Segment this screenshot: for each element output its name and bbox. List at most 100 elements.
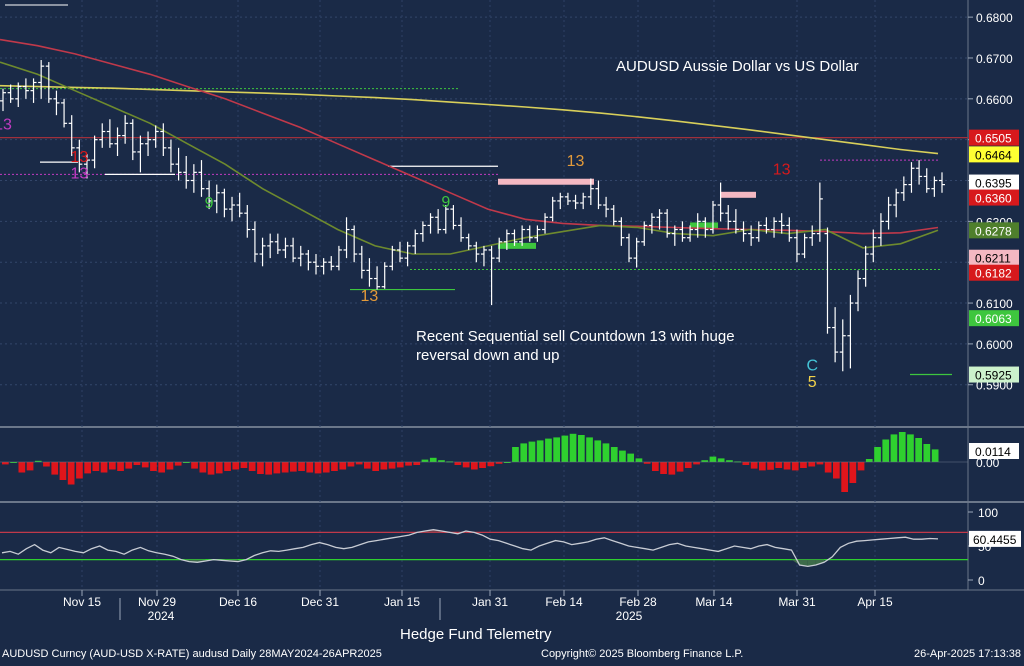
histogram-bar (281, 462, 289, 473)
histogram-bar (545, 438, 552, 462)
histogram-bar (125, 462, 133, 469)
green-box (498, 242, 536, 249)
histogram-bar (429, 457, 437, 462)
histogram-bar (314, 462, 322, 474)
histogram-bar (331, 462, 338, 471)
histogram-bar (462, 462, 470, 468)
x-tick-label: Feb 28 (619, 595, 657, 609)
histogram-bar (215, 462, 223, 474)
histogram-bar (26, 462, 34, 471)
histogram-bar (306, 462, 314, 473)
histogram-bar (265, 462, 272, 475)
histogram-bar (742, 462, 750, 465)
histogram-bar (586, 437, 593, 462)
histogram-bar (380, 462, 388, 470)
annotation-line-2: reversal down and up (416, 347, 559, 364)
histogram-bar (660, 462, 667, 474)
price-label-text: 0.6182 (975, 267, 1012, 281)
histogram-bar (808, 462, 816, 467)
td-count-label: 13 (0, 116, 12, 133)
histogram-bar (84, 462, 91, 474)
osc-tick-label: 100 (978, 506, 998, 520)
histogram-bar (775, 462, 783, 468)
histogram-bar (273, 462, 281, 474)
histogram-bar (619, 450, 626, 462)
histogram-bar (141, 462, 149, 468)
x-tick-label: Jan 31 (472, 595, 508, 609)
chart: 13131313131399C5 0.68000.67000.66000.650… (0, 0, 1024, 661)
histogram-bar (248, 462, 256, 471)
y-tick-label: 0.6000 (976, 338, 1013, 352)
histogram-bar (759, 462, 766, 471)
y-tick-label: 0.6100 (976, 297, 1013, 311)
price-label-text: 0.6464 (975, 148, 1012, 162)
histogram-bar (290, 462, 297, 472)
histogram-bar (355, 462, 363, 465)
histogram-bar (413, 462, 421, 465)
histogram-bar (133, 462, 141, 465)
histogram-bar (709, 456, 717, 462)
histogram-bar (791, 462, 799, 471)
histogram-bar (339, 462, 347, 470)
histogram-bar (652, 462, 659, 471)
watermark: Hedge Fund Telemetry (400, 626, 552, 643)
histogram-bar (800, 462, 807, 468)
histogram-bar (865, 459, 873, 462)
histogram-bar (479, 462, 486, 468)
histogram-bar (364, 462, 371, 469)
histogram-zero-label: 0.00 (976, 456, 1000, 470)
histogram-bar (923, 444, 931, 462)
histogram-bar (898, 432, 906, 462)
td-count-label: 9 (441, 194, 450, 211)
histogram-bar (76, 462, 83, 479)
histogram-bar (824, 462, 832, 473)
histogram-bar (512, 447, 519, 462)
histogram-bar (907, 434, 914, 462)
td-count-label: C (806, 357, 818, 374)
histogram-bar (767, 462, 774, 470)
histogram-bar (347, 462, 355, 467)
histogram-bar (750, 462, 758, 469)
oscillator-label-text: 60.4455 (973, 533, 1017, 547)
histogram-bar (454, 462, 462, 465)
histogram-bar (594, 440, 602, 462)
x-year-label: 2024 (148, 609, 175, 623)
histogram-bar (67, 462, 75, 485)
price-label-text: 0.6278 (975, 224, 1012, 238)
histogram-bar (421, 459, 429, 462)
td-count-label: 13 (773, 161, 791, 178)
histogram-bar (298, 462, 305, 471)
histogram-bar (931, 449, 939, 462)
td-count-label: 13 (70, 149, 88, 166)
histogram-bar (668, 462, 676, 475)
histogram-bar (322, 462, 330, 473)
price-label-text: 0.6395 (975, 177, 1012, 191)
histogram-bar (232, 462, 240, 470)
histogram-bar (610, 447, 618, 462)
histogram-bar (117, 462, 124, 471)
chart-title: AUDUSD Aussie Dollar vs US Dollar (616, 58, 859, 75)
histogram-bar (158, 462, 165, 473)
histogram-bar (528, 441, 536, 462)
histogram-bar (174, 462, 182, 466)
histogram-bar (92, 462, 100, 471)
histogram-bar (816, 462, 824, 465)
histogram-bar (388, 462, 396, 469)
histogram-bar (199, 462, 207, 473)
histogram-bar (207, 462, 215, 475)
y-tick-label: 0.6600 (976, 93, 1013, 107)
osc-tick-label: 0 (978, 574, 985, 588)
y-tick-label: 0.6700 (976, 52, 1013, 66)
x-tick-label: Feb 14 (545, 595, 583, 609)
td-count-label: 9 (205, 195, 214, 212)
x-tick-label: Nov 15 (63, 595, 101, 609)
histogram-bar (166, 462, 174, 470)
histogram-bar (783, 462, 791, 470)
histogram-bar (100, 462, 108, 473)
x-tick-label: Dec 31 (301, 595, 339, 609)
x-tick-label: Dec 16 (219, 595, 257, 609)
x-tick-label: Nov 29 (138, 595, 176, 609)
histogram-bar (224, 462, 231, 471)
histogram-bar (257, 462, 264, 474)
x-tick-label: Apr 15 (857, 595, 893, 609)
